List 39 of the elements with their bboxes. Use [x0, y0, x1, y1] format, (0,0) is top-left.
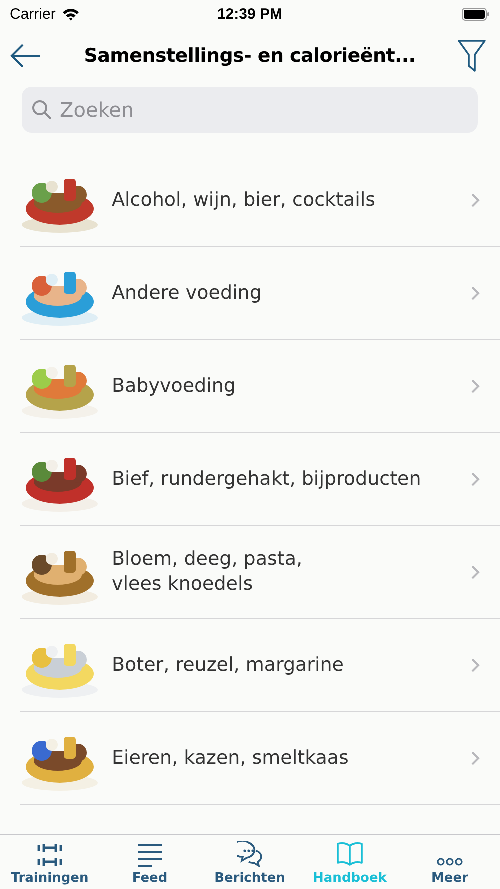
search-icon — [32, 100, 52, 120]
chevron-right-icon — [471, 750, 480, 766]
category-label: Bloem, deeg, pasta, vlees knoedels — [112, 547, 304, 597]
chat-bubbles-icon — [237, 841, 263, 867]
category-row[interactable]: Bief, rundergehakt, bijproducten — [20, 433, 500, 526]
category-row[interactable]: Boter, reuzel, margarine — [20, 619, 500, 712]
chevron-right-icon — [471, 472, 480, 486]
chevron-right-icon — [471, 378, 480, 394]
category-row[interactable]: Bloem, deeg, pasta, vlees knoedels — [20, 526, 500, 619]
wifi-icon — [62, 8, 80, 20]
category-label: Bief, rundergehakt, bijproducten — [112, 466, 422, 492]
battery-icon — [462, 8, 490, 20]
category-row[interactable]: Eieren, kazen, smeltkaas — [20, 712, 500, 805]
category-label: Alcohol, wijn, bier, cocktails — [112, 188, 377, 212]
more-icon — [437, 857, 463, 867]
category-label: Boter, reuzel, margarine — [112, 652, 345, 678]
category-row[interactable]: Alcohol, wijn, bier, cocktails — [20, 154, 500, 247]
status-time: 12:39 PM — [217, 6, 283, 22]
category-label: Babyvoeding — [112, 374, 237, 398]
tab-item[interactable]: Meer — [400, 835, 500, 889]
category-label: Andere voeding — [112, 280, 263, 306]
dumbbell-icon — [37, 843, 63, 867]
search-field[interactable]: Zoeken — [22, 87, 478, 133]
chevron-right-icon — [471, 564, 480, 580]
category-label: Eieren, kazen, smeltkaas — [112, 746, 350, 770]
category-row[interactable]: Babyvoeding — [20, 340, 500, 433]
carrier-label: Carrier — [10, 6, 56, 22]
back-arrow-icon[interactable] — [10, 43, 42, 69]
page-title: Samenstellings- en calorieënt... — [83, 45, 417, 67]
chevron-right-icon — [471, 286, 480, 300]
chevron-right-icon — [471, 658, 480, 672]
menu-lines-icon — [137, 843, 163, 867]
category-row[interactable]: Andere voeding — [20, 247, 500, 340]
chevron-right-icon — [471, 192, 480, 208]
tab-item[interactable]: Berichten — [200, 835, 300, 889]
tab-item[interactable]: Trainingen — [0, 835, 100, 889]
tab-item[interactable]: Feed — [100, 835, 200, 889]
filter-icon[interactable] — [458, 40, 486, 72]
book-icon — [337, 841, 363, 867]
